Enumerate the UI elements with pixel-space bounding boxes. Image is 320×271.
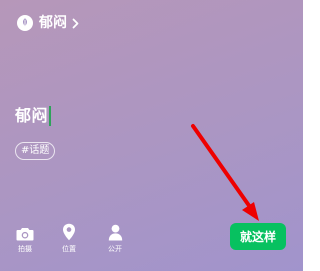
camera-icon [16,223,34,241]
text-cursor [49,106,52,126]
status-editor-screen: 郁闷 郁闷 #话题 拍摄 位置 公开 就这样 [0,0,303,271]
chevron-right-icon [72,18,79,29]
status-text: 郁闷 [15,106,49,125]
location-pin-icon [62,223,76,241]
status-text-input[interactable]: 郁闷 [15,105,52,127]
location-button[interactable]: 位置 [52,223,86,254]
done-button[interactable]: 就这样 [230,223,286,250]
visibility-button[interactable]: 公开 [98,223,132,254]
status-mood-icon [17,15,33,31]
camera-label: 拍摄 [18,245,32,253]
status-selector[interactable]: 郁闷 [17,13,79,33]
topic-tag-button[interactable]: #话题 [15,142,56,160]
visibility-label: 公开 [108,245,122,253]
status-name: 郁闷 [39,15,67,31]
camera-button[interactable]: 拍摄 [8,223,42,254]
location-label: 位置 [62,245,76,253]
person-icon [108,223,123,241]
